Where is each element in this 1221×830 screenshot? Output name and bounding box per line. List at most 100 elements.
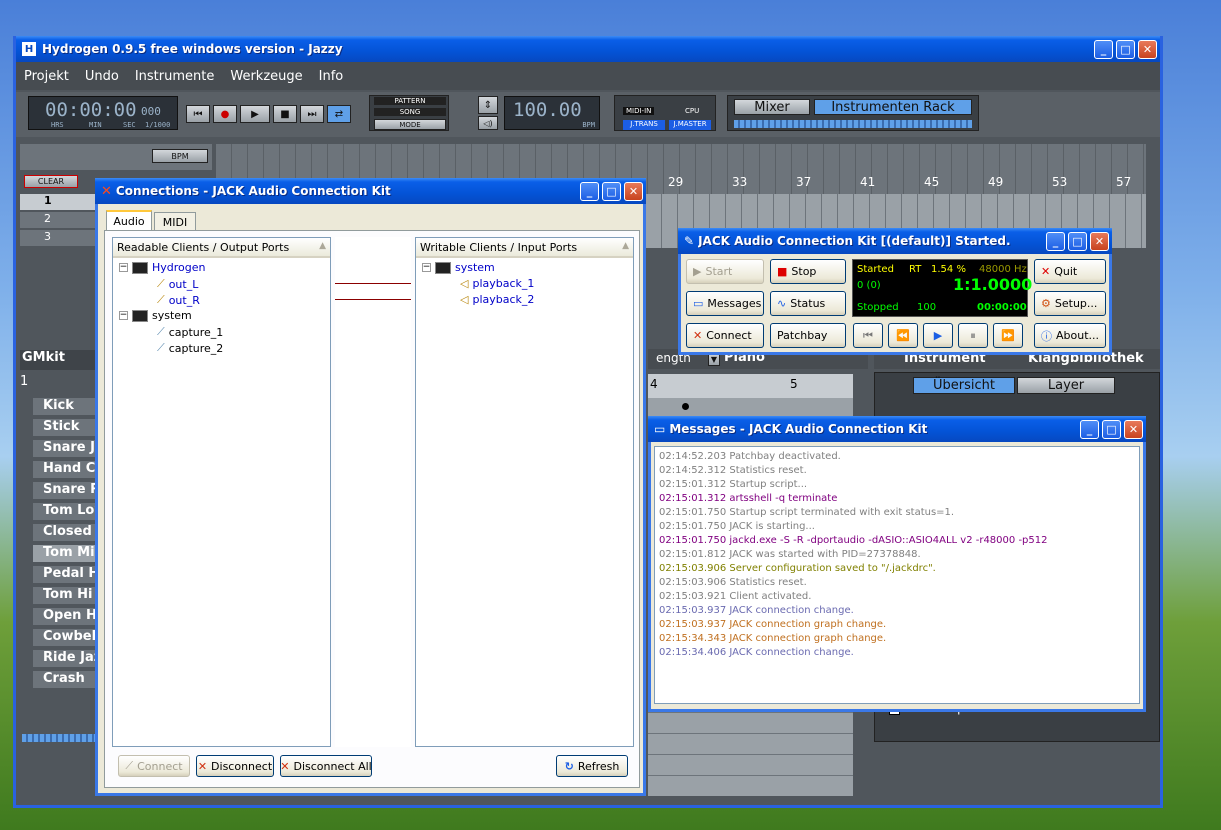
mode-pattern[interactable]: PATTERN [374,97,446,105]
stop-jack-button[interactable]: ■ Stop [770,259,846,284]
jack-titlebar[interactable]: ✎ JACK Audio Connection Kit [(default)] … [678,228,1112,254]
menu-instrumente[interactable]: Instrumente [127,69,223,84]
kit-name: GMkit [20,350,102,370]
readable-header[interactable]: Readable Clients / Output Ports ▲ [113,238,330,258]
client-hydrogen-label: Hydrogen [152,261,206,274]
mixer-button[interactable]: Mixer [734,99,810,115]
record-button[interactable]: ● [213,105,237,123]
fast-forward-button[interactable]: ⏭ [300,105,324,123]
messages-minimize-button[interactable]: _ [1080,419,1099,439]
ubersicht-button[interactable]: Übersicht [913,377,1015,394]
messages-titlebar[interactable]: ▭ Messages - JACK Audio Connection Kit _… [648,416,1146,442]
jack-master-button[interactable]: J.MASTER [669,120,711,130]
ruler-57: 57 [1116,175,1132,189]
song-row-1[interactable]: 1 [20,194,100,210]
disconnect-label: Disconnect [211,759,273,773]
jack-close-button[interactable]: ✕ [1090,231,1109,251]
connections-minimize-button[interactable]: _ [580,181,599,201]
minimize-button[interactable]: _ [1094,39,1113,59]
jack-status-display: Started RT 1.54 % 48000 Hz 0 (0) 1:1.000… [852,259,1032,317]
menu-projekt[interactable]: Projekt [16,69,77,84]
jack-x-icon: ✕ [693,329,703,342]
menu-undo[interactable]: Undo [77,69,127,84]
port-playback-1[interactable]: ◁ playback_1 [460,277,534,290]
port-out-r[interactable]: ⟋ out_R [157,293,200,307]
jack-minimize-button[interactable]: _ [1046,231,1065,251]
tab-midi[interactable]: MIDI [154,212,196,231]
port-playback-2-label: playback_2 [472,293,535,306]
jack-connect-button[interactable]: ✕ Connect [686,323,764,348]
messages-button[interactable]: ▭ Messages [686,291,764,316]
status-button[interactable]: ∿ Status [770,291,846,316]
bpm-track-button[interactable]: BPM [152,149,208,163]
mode-button[interactable]: MODE [374,119,446,130]
port-capture-2-label: capture_2 [168,341,224,355]
messages-label: Messages [707,297,762,310]
messages-log[interactable]: 02:14:52.203 Patchbay deactivated. 02:14:… [654,446,1140,704]
stop-button[interactable]: ■ [273,105,297,123]
messages-close-button[interactable]: ✕ [1124,419,1143,439]
writable-clients-tree[interactable]: Writable Clients / Input Ports ▲ − system … [415,237,634,747]
transport-backward-button[interactable]: ⏪ [888,323,918,348]
rewind-start-button[interactable]: ⏮ [186,105,210,123]
patchbay-label: Patchbay [777,329,828,342]
play-pause-button[interactable]: ▶ [240,105,270,123]
transport-pause-button[interactable]: ⏸ [958,323,988,348]
loop-button[interactable]: ⇄ [327,105,351,123]
messages-window-icon: ▭ [693,297,704,310]
pattern-beat-4: 4 [650,377,658,391]
connect-ports-button[interactable]: ⟋ Connect [118,755,190,777]
disconnect-all-button[interactable]: ✕ Disconnect All [280,755,372,777]
jack-transport-bpm: 100 [917,302,937,313]
song-row-3[interactable]: 3 [20,230,100,246]
connect-ports-label: Connect [137,759,183,773]
connections-titlebar[interactable]: ✕ Connections - JACK Audio Connection Ki… [95,178,646,204]
song-row-2[interactable]: 2 [20,212,100,228]
clear-button[interactable]: CLEAR [24,175,78,188]
metronome-button[interactable]: ◁) [478,116,498,130]
refresh-button[interactable]: ↻ Refresh [556,755,628,777]
transport-forward-button[interactable]: ⏩ [993,323,1023,348]
jack-transport-button[interactable]: J.TRANS [623,120,665,130]
layer-button[interactable]: Layer [1017,377,1115,394]
transport-play-button[interactable]: ▶ [923,323,953,348]
menu-werkzeuge[interactable]: Werkzeuge [222,69,310,84]
port-playback-2[interactable]: ◁ playback_2 [460,293,534,306]
menu-info[interactable]: Info [311,69,352,84]
port-out-l[interactable]: ⟋ out_L [157,277,198,291]
close-button[interactable]: ✕ [1138,39,1157,59]
log-line: 02:14:52.312 Statistics reset. [659,465,807,476]
transport-rewind-button[interactable]: ⏮ [853,323,883,348]
bpm-stepper[interactable]: ⇕ [478,96,498,114]
speaker-icon: ◁ [460,277,469,290]
tree-node-system[interactable]: − system [119,309,192,322]
pattern-note[interactable] [682,403,689,410]
maximize-button[interactable]: □ [1116,39,1135,59]
about-button[interactable]: ⓘ About... [1034,323,1106,348]
instrument-rack-button[interactable]: Instrumenten Rack [814,99,972,115]
setup-label: Setup... [1054,297,1098,310]
port-capture-1[interactable]: ⟋ capture_1 [157,325,223,339]
disconnect-button[interactable]: ✕ Disconnect [196,755,274,777]
messages-maximize-button[interactable]: □ [1102,419,1121,439]
quit-button[interactable]: ✕ Quit [1034,259,1106,284]
port-capture-2[interactable]: ⟋ capture_2 [157,341,223,355]
jack-maximize-button[interactable]: □ [1068,231,1087,251]
start-button[interactable]: ▶ Start [686,259,764,284]
time-ms: 000 [141,105,161,118]
writable-header[interactable]: Writable Clients / Input Ports ▲ [416,238,633,258]
patchbay-button[interactable]: Patchbay [770,323,846,348]
mode-song[interactable]: SONG [374,108,446,116]
setup-button[interactable]: ⚙ Setup... [1034,291,1106,316]
connections-maximize-button[interactable]: □ [602,181,621,201]
readable-clients-tree[interactable]: Readable Clients / Output Ports ▲ − Hydrog… [112,237,331,747]
tab-audio[interactable]: Audio [106,210,152,231]
hydrogen-titlebar[interactable]: H Hydrogen 0.9.5 free windows version - … [16,36,1160,62]
connections-close-button[interactable]: ✕ [624,181,643,201]
jack-tool-icon: ✎ [684,234,695,248]
tree-node-hydrogen[interactable]: − Hydrogen [119,261,206,274]
log-line: 02:15:01.812 JACK was started with PID=2… [659,549,921,560]
stop-label: Stop [791,265,817,278]
tree-node-system-in[interactable]: − system [422,261,495,274]
quit-x-icon: ✕ [1041,265,1051,278]
